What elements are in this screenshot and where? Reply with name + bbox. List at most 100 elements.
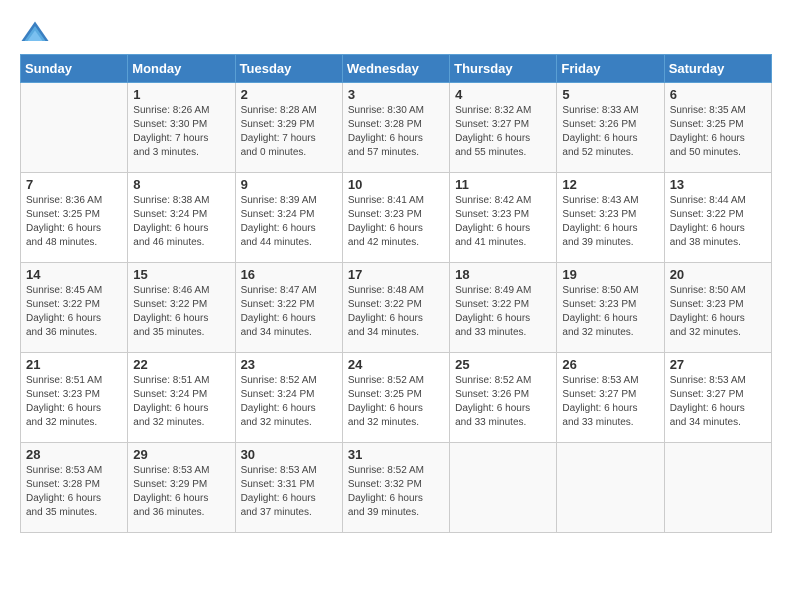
day-number: 27 xyxy=(670,357,766,372)
cell-info: Sunrise: 8:52 AMSunset: 3:24 PMDaylight:… xyxy=(241,374,337,430)
day-number: 18 xyxy=(455,267,551,282)
day-header-sunday: Sunday xyxy=(21,55,128,83)
calendar-table: SundayMondayTuesdayWednesdayThursdayFrid… xyxy=(20,54,772,533)
calendar-cell: 20 Sunrise: 8:50 AMSunset: 3:23 PMDayligh… xyxy=(664,263,771,353)
calendar-cell: 3 Sunrise: 8:30 AMSunset: 3:28 PMDaylight… xyxy=(342,83,449,173)
day-number: 9 xyxy=(241,177,337,192)
calendar-cell: 8 Sunrise: 8:38 AMSunset: 3:24 PMDaylight… xyxy=(128,173,235,263)
calendar-cell: 10 Sunrise: 8:41 AMSunset: 3:23 PMDayligh… xyxy=(342,173,449,263)
cell-info: Sunrise: 8:39 AMSunset: 3:24 PMDaylight:… xyxy=(241,194,337,250)
calendar-cell: 18Sunrise: 8:49 AMSunset: 3:22 PMDayligh… xyxy=(450,263,557,353)
cell-info: Sunrise: 8:43 AMSunset: 3:23 PMDaylight:… xyxy=(562,194,658,250)
cell-info: Sunrise: 8:52 AMSunset: 3:25 PMDaylight:… xyxy=(348,374,444,430)
cell-info: Sunrise: 8:48 AMSunset: 3:22 PMDaylight:… xyxy=(348,284,444,340)
cell-info: Sunrise: 8:52 AMSunset: 3:26 PMDaylight:… xyxy=(455,374,551,430)
calendar-week-1: 1 Sunrise: 8:26 AMSunset: 3:30 PMDaylight… xyxy=(21,83,772,173)
day-number: 25 xyxy=(455,357,551,372)
cell-info: Sunrise: 8:41 AMSunset: 3:23 PMDaylight:… xyxy=(348,194,444,250)
calendar-cell: 24 Sunrise: 8:52 AMSunset: 3:25 PMDayligh… xyxy=(342,353,449,443)
day-number: 21 xyxy=(26,357,122,372)
cell-info: Sunrise: 8:35 AMSunset: 3:25 PMDaylight:… xyxy=(670,104,766,160)
calendar-cell: 19 Sunrise: 8:50 AMSunset: 3:23 PMDayligh… xyxy=(557,263,664,353)
cell-info: Sunrise: 8:44 AMSunset: 3:22 PMDaylight:… xyxy=(670,194,766,250)
day-number: 13 xyxy=(670,177,766,192)
cell-info: Sunrise: 8:53 AMSunset: 3:27 PMDaylight:… xyxy=(562,374,658,430)
day-number: 19 xyxy=(562,267,658,282)
calendar-cell xyxy=(557,443,664,533)
logo-icon xyxy=(20,20,50,44)
day-number: 16 xyxy=(241,267,337,282)
calendar-cell xyxy=(664,443,771,533)
day-number: 6 xyxy=(670,87,766,102)
calendar-cell xyxy=(21,83,128,173)
cell-info: Sunrise: 8:28 AMSunset: 3:29 PMDaylight:… xyxy=(241,104,337,160)
calendar-cell: 21 Sunrise: 8:51 AMSunset: 3:23 PMDayligh… xyxy=(21,353,128,443)
day-number: 5 xyxy=(562,87,658,102)
cell-info: Sunrise: 8:45 AMSunset: 3:22 PMDaylight:… xyxy=(26,284,122,340)
day-header-monday: Monday xyxy=(128,55,235,83)
calendar-week-2: 7 Sunrise: 8:36 AMSunset: 3:25 PMDaylight… xyxy=(21,173,772,263)
day-number: 29 xyxy=(133,447,229,462)
calendar-cell: 11Sunrise: 8:42 AMSunset: 3:23 PMDayligh… xyxy=(450,173,557,263)
calendar-cell: 7 Sunrise: 8:36 AMSunset: 3:25 PMDaylight… xyxy=(21,173,128,263)
calendar-cell: 13 Sunrise: 8:44 AMSunset: 3:22 PMDayligh… xyxy=(664,173,771,263)
calendar-week-4: 21 Sunrise: 8:51 AMSunset: 3:23 PMDayligh… xyxy=(21,353,772,443)
calendar-week-3: 14 Sunrise: 8:45 AMSunset: 3:22 PMDayligh… xyxy=(21,263,772,353)
day-number: 8 xyxy=(133,177,229,192)
day-number: 14 xyxy=(26,267,122,282)
calendar-cell: 17 Sunrise: 8:48 AMSunset: 3:22 PMDayligh… xyxy=(342,263,449,353)
calendar-cell: 27 Sunrise: 8:53 AMSunset: 3:27 PMDayligh… xyxy=(664,353,771,443)
cell-info: Sunrise: 8:32 AMSunset: 3:27 PMDaylight:… xyxy=(455,104,551,160)
day-number: 22 xyxy=(133,357,229,372)
calendar-cell: 4 Sunrise: 8:32 AMSunset: 3:27 PMDaylight… xyxy=(450,83,557,173)
day-number: 4 xyxy=(455,87,551,102)
day-number: 2 xyxy=(241,87,337,102)
cell-info: Sunrise: 8:38 AMSunset: 3:24 PMDaylight:… xyxy=(133,194,229,250)
day-number: 10 xyxy=(348,177,444,192)
cell-info: Sunrise: 8:33 AMSunset: 3:26 PMDaylight:… xyxy=(562,104,658,160)
calendar-cell: 26 Sunrise: 8:53 AMSunset: 3:27 PMDayligh… xyxy=(557,353,664,443)
day-number: 15 xyxy=(133,267,229,282)
day-number: 1 xyxy=(133,87,229,102)
day-number: 20 xyxy=(670,267,766,282)
cell-info: Sunrise: 8:53 AMSunset: 3:31 PMDaylight:… xyxy=(241,464,337,520)
calendar-cell: 23 Sunrise: 8:52 AMSunset: 3:24 PMDayligh… xyxy=(235,353,342,443)
calendar-cell xyxy=(450,443,557,533)
day-number: 3 xyxy=(348,87,444,102)
calendar-week-5: 28Sunrise: 8:53 AMSunset: 3:28 PMDayligh… xyxy=(21,443,772,533)
day-number: 26 xyxy=(562,357,658,372)
day-number: 17 xyxy=(348,267,444,282)
cell-info: Sunrise: 8:26 AMSunset: 3:30 PMDaylight:… xyxy=(133,104,229,160)
calendar-cell: 29 Sunrise: 8:53 AMSunset: 3:29 PMDayligh… xyxy=(128,443,235,533)
logo xyxy=(20,20,54,44)
day-number: 7 xyxy=(26,177,122,192)
cell-info: Sunrise: 8:30 AMSunset: 3:28 PMDaylight:… xyxy=(348,104,444,160)
page-header xyxy=(20,20,772,44)
cell-info: Sunrise: 8:53 AMSunset: 3:29 PMDaylight:… xyxy=(133,464,229,520)
day-header-wednesday: Wednesday xyxy=(342,55,449,83)
calendar-cell: 12 Sunrise: 8:43 AMSunset: 3:23 PMDayligh… xyxy=(557,173,664,263)
day-number: 24 xyxy=(348,357,444,372)
calendar-cell: 25 Sunrise: 8:52 AMSunset: 3:26 PMDayligh… xyxy=(450,353,557,443)
cell-info: Sunrise: 8:52 AMSunset: 3:32 PMDaylight:… xyxy=(348,464,444,520)
day-number: 28 xyxy=(26,447,122,462)
cell-info: Sunrise: 8:51 AMSunset: 3:23 PMDaylight:… xyxy=(26,374,122,430)
day-header-thursday: Thursday xyxy=(450,55,557,83)
cell-info: Sunrise: 8:50 AMSunset: 3:23 PMDaylight:… xyxy=(562,284,658,340)
day-number: 12 xyxy=(562,177,658,192)
calendar-cell: 6 Sunrise: 8:35 AMSunset: 3:25 PMDaylight… xyxy=(664,83,771,173)
day-number: 11 xyxy=(455,177,551,192)
calendar-cell: 28Sunrise: 8:53 AMSunset: 3:28 PMDayligh… xyxy=(21,443,128,533)
calendar-cell: 5 Sunrise: 8:33 AMSunset: 3:26 PMDaylight… xyxy=(557,83,664,173)
day-header-tuesday: Tuesday xyxy=(235,55,342,83)
cell-info: Sunrise: 8:51 AMSunset: 3:24 PMDaylight:… xyxy=(133,374,229,430)
day-number: 23 xyxy=(241,357,337,372)
cell-info: Sunrise: 8:36 AMSunset: 3:25 PMDaylight:… xyxy=(26,194,122,250)
calendar-cell: 15 Sunrise: 8:46 AMSunset: 3:22 PMDayligh… xyxy=(128,263,235,353)
calendar-header-row: SundayMondayTuesdayWednesdayThursdayFrid… xyxy=(21,55,772,83)
calendar-cell: 2 Sunrise: 8:28 AMSunset: 3:29 PMDaylight… xyxy=(235,83,342,173)
day-header-friday: Friday xyxy=(557,55,664,83)
cell-info: Sunrise: 8:50 AMSunset: 3:23 PMDaylight:… xyxy=(670,284,766,340)
cell-info: Sunrise: 8:46 AMSunset: 3:22 PMDaylight:… xyxy=(133,284,229,340)
cell-info: Sunrise: 8:53 AMSunset: 3:27 PMDaylight:… xyxy=(670,374,766,430)
